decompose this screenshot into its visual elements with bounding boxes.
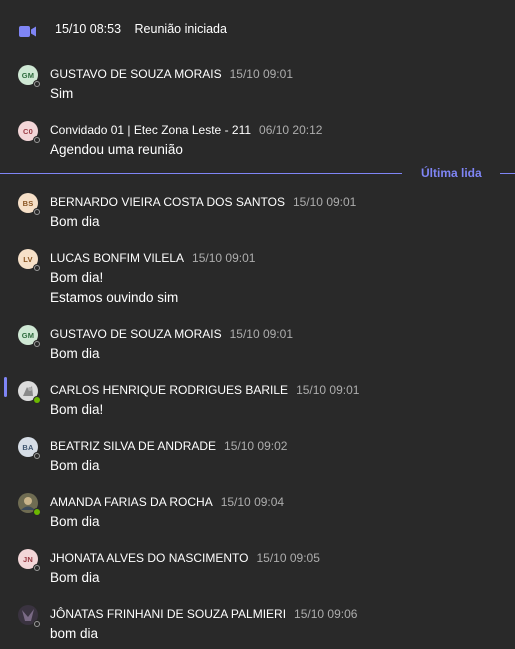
message-header: JÔNATAS FRINHANI DE SOUZA PALMIERI 15/10 … [50,607,357,621]
message-text: Bom dia [50,346,100,361]
sender-name[interactable]: JHONATA ALVES DO NASCIMENTO [50,551,249,565]
presence-status-icon [33,340,41,348]
message-header: AMANDA FARIAS DA ROCHA 15/10 09:04 [50,495,284,509]
message-timestamp: 15/10 09:01 [229,327,293,341]
sender-name[interactable]: LUCAS BONFIM VILELA [50,251,184,265]
avatar[interactable]: BS [18,193,41,216]
message-timestamp: 15/10 09:01 [292,195,357,209]
last-read-label: Última lida [421,166,482,180]
message-header: GUSTAVO DE SOUZA MORAIS 15/10 09:01 [50,327,293,341]
message-text: Sim [50,86,74,101]
avatar[interactable]: GM [18,325,41,348]
presence-status-icon [33,136,41,144]
avatar[interactable] [18,493,41,516]
sender-name[interactable]: CARLOS HENRIQUE RODRIGUES BARILE [50,383,288,397]
presence-status-icon [33,208,41,216]
message-text: Bom dia! [50,270,104,285]
avatar[interactable] [18,605,41,628]
avatar[interactable] [18,381,41,404]
avatar-initials: BS [22,198,34,208]
sender-name[interactable]: Convidado 01 | Etec Zona Leste - 211 [50,123,251,137]
avatar[interactable]: JN [18,549,41,572]
meeting-event-text: 15/10 08:53 Reunião iniciada [55,22,227,36]
avatar-initials: C0 [23,126,33,136]
message-header: CARLOS HENRIQUE RODRIGUES BARILE 15/10 09… [50,383,359,397]
avatar[interactable]: C0 [18,121,41,144]
divider-line [0,173,402,174]
message-text: Bom dia [50,458,100,473]
message-header: BEATRIZ SILVA DE ANDRADE 15/10 09:02 [50,439,287,453]
message-text: Bom dia [50,570,100,585]
sender-name[interactable]: BEATRIZ SILVA DE ANDRADE [50,439,216,453]
presence-status-icon [33,508,41,516]
selected-message-indicator [4,377,7,397]
avatar-initials: LV [23,254,33,264]
avatar-initials: BA [22,442,34,452]
presence-status-icon [33,620,41,628]
message-timestamp: 06/10 20:12 [259,123,323,137]
message-header: JHONATA ALVES DO NASCIMENTO 15/10 09:05 [50,551,320,565]
message-text: Bom dia [50,214,100,229]
message-timestamp: 15/10 09:01 [229,67,293,81]
presence-status-icon [33,452,41,460]
message-timestamp: 15/10 09:04 [220,495,285,509]
message-text: Bom dia [50,514,100,529]
message-text: bom dia [50,626,99,641]
message-timestamp: 15/10 09:06 [294,607,358,621]
sender-name[interactable]: AMANDA FARIAS DA ROCHA [50,495,213,509]
sender-name[interactable]: GUSTAVO DE SOUZA MORAIS [50,67,222,81]
meeting-label: Reunião iniciada [134,22,227,36]
sender-name[interactable]: GUSTAVO DE SOUZA MORAIS [50,327,222,341]
message-header: BERNARDO VIEIRA COSTA DOS SANTOS 15/10 09… [50,195,356,209]
presence-status-icon [33,396,41,404]
message-text: Estamos ouvindo sim [50,290,179,305]
message-header: LUCAS BONFIM VILELA 15/10 09:01 [50,251,255,265]
meeting-time: 15/10 08:53 [55,22,122,36]
message-timestamp: 15/10 09:05 [256,551,320,565]
message-header: GUSTAVO DE SOUZA MORAIS 15/10 09:01 [50,67,293,81]
avatar-initials: GM [21,70,35,80]
message-timestamp: 15/10 09:02 [224,439,288,453]
meeting-started-event[interactable]: 15/10 08:53 Reunião iniciada [0,14,515,44]
presence-status-icon [33,264,41,272]
presence-status-icon [33,564,41,572]
sender-name[interactable]: JÔNATAS FRINHANI DE SOUZA PALMIERI [50,607,286,621]
chat-thread: 15/10 08:53 Reunião iniciada GM GUSTAVO … [0,0,515,649]
presence-status-icon [33,80,41,88]
avatar[interactable]: GM [18,65,41,88]
message-timestamp: 15/10 09:01 [192,251,256,265]
message-text: Agendou uma reunião [50,142,183,157]
sender-name[interactable]: BERNARDO VIEIRA COSTA DOS SANTOS [50,195,285,209]
message-text: Bom dia! [50,402,104,417]
message-header: Convidado 01 | Etec Zona Leste - 211 06/1… [50,123,322,137]
avatar[interactable]: LV [18,249,41,272]
video-camera-icon [19,26,36,37]
avatar-initials: JN [23,554,33,564]
last-read-divider: Última lida [0,166,515,180]
divider-line [500,173,515,174]
avatar-initials: GM [21,330,35,340]
message-timestamp: 15/10 09:01 [296,383,360,397]
avatar[interactable]: BA [18,437,41,460]
